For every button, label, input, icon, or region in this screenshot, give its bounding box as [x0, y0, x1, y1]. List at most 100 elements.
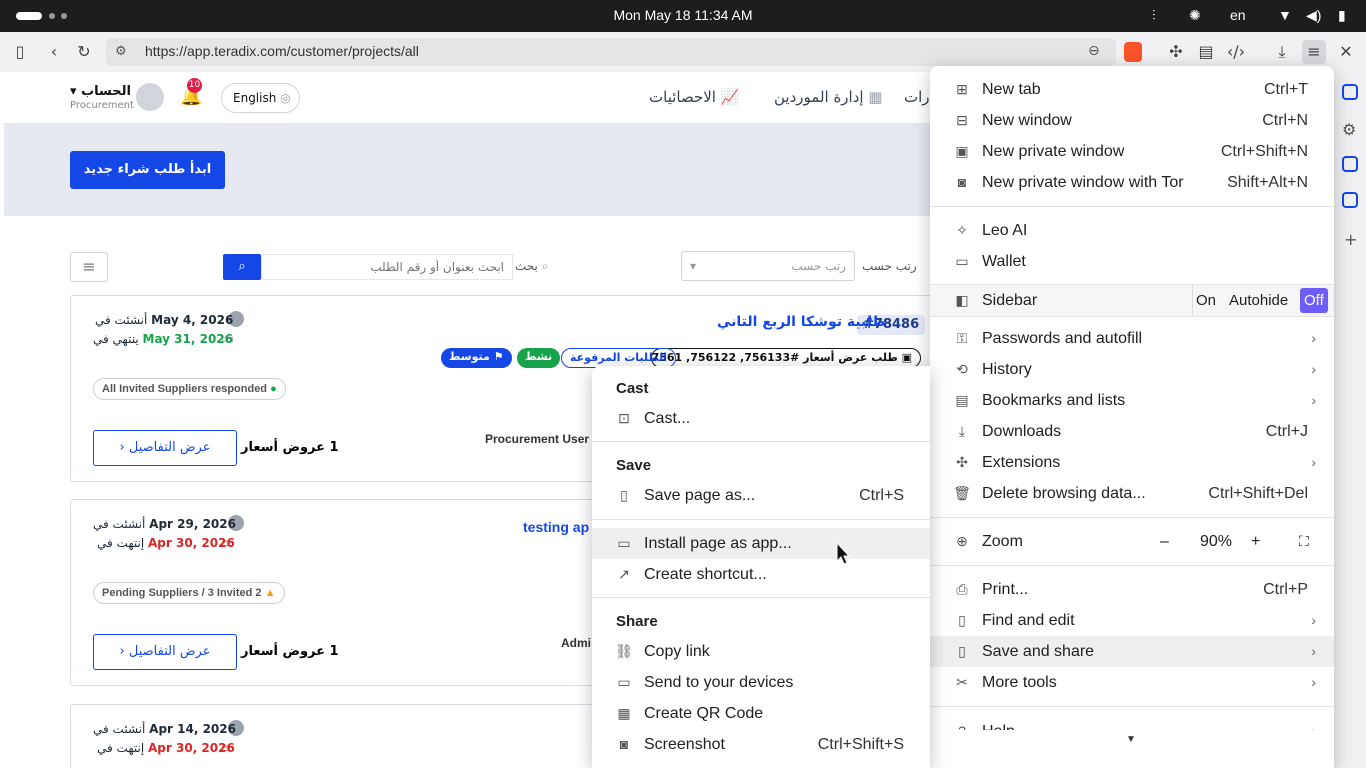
trash-icon: 🗑	[953, 485, 971, 501]
back-icon[interactable]: ‹	[42, 40, 66, 64]
menu-install-app[interactable]: ▭ Install page as app...	[592, 528, 930, 559]
menu-wallet[interactable]: ▭ Wallet	[930, 246, 1334, 277]
rfq-tag[interactable]: ▣ طلب عرض أسعار #756133, 756122, 7561...	[651, 348, 921, 368]
side-panel-icon[interactable]	[1342, 84, 1358, 100]
browser-side-panel: ⚙ +	[1334, 72, 1366, 768]
link-icon: ⛓	[615, 643, 633, 659]
battery-icon[interactable]: ▮	[1338, 7, 1346, 24]
menu-help[interactable]: ?Help›	[930, 716, 1334, 730]
save-header: Save	[616, 457, 652, 474]
language-indicator[interactable]: en	[1230, 7, 1246, 23]
fullscreen-icon[interactable]: ⛶	[1299, 526, 1309, 557]
search-button[interactable]: ⌕	[223, 254, 261, 280]
menu-sidebar: ◧ Sidebar On Autohide Off	[930, 285, 1334, 316]
nav-suppliers[interactable]: ▦ إدارة الموردين	[774, 88, 883, 106]
owner-name: Admi	[561, 636, 591, 650]
tools-icon: ✂	[956, 674, 968, 690]
search-input[interactable]	[261, 254, 513, 280]
menu-create-shortcut[interactable]: ↗ Create shortcut...	[592, 559, 930, 590]
new-request-button[interactable]: ابدأ طلب شراء جديد	[70, 151, 225, 189]
menu-save-share[interactable]: ▯ Save and share ›	[930, 636, 1334, 667]
add-icon[interactable]: +	[1344, 230, 1357, 249]
brave-shield-icon[interactable]	[1124, 42, 1142, 62]
mouse-cursor-icon	[836, 542, 850, 565]
menu-send-devices[interactable]: ▭ Send to your devices	[592, 667, 930, 698]
sort-select[interactable]: رتب حسب ▾	[681, 251, 855, 281]
extensions-icon[interactable]: ✣	[1164, 40, 1188, 64]
site-info-icon[interactable]: ⚙	[115, 44, 127, 59]
download-icon[interactable]: ⤓	[1270, 40, 1294, 64]
zoom-in-button[interactable]: +	[1251, 526, 1260, 557]
menu-extensions[interactable]: ✣ Extensions ›	[930, 447, 1334, 478]
sidebar-off-option[interactable]: Off	[1300, 288, 1328, 313]
chevron-right-icon: ›	[1311, 330, 1316, 346]
chevron-right-icon: ›	[1311, 361, 1316, 377]
nav-stats[interactable]: 📈 الاحصائيات	[649, 88, 739, 106]
separator	[592, 597, 930, 598]
menu-copy-link[interactable]: ⛓ Copy link	[592, 636, 930, 667]
avatar[interactable]	[136, 83, 164, 111]
separator	[930, 517, 1334, 518]
language-button[interactable]: English ◎	[221, 83, 300, 113]
separator	[930, 706, 1334, 707]
created-date: Apr 29, 2026 أنشئت في	[93, 517, 236, 531]
equalizer-icon[interactable]: ⫶	[1152, 7, 1156, 24]
devtools-icon[interactable]: ‹/›	[1224, 40, 1248, 64]
request-title[interactable]: testing ap	[523, 519, 589, 535]
separator	[930, 206, 1334, 207]
account-subtitle: Procurement	[70, 100, 134, 111]
separator	[930, 316, 1334, 317]
check-icon: ●	[270, 383, 277, 395]
zoom-level: 90%	[1200, 533, 1233, 550]
menu-delete-data[interactable]: 🗑 Delete browsing data... Ctrl+Shift+Del	[930, 478, 1334, 509]
reload-icon[interactable]: ↻	[72, 40, 96, 64]
menu-qr-code[interactable]: ▦ Create QR Code	[592, 698, 930, 729]
menu-find-edit[interactable]: ▯ Find and edit ›	[930, 605, 1334, 636]
private-window-icon: ▣	[955, 143, 969, 159]
request-title[interactable]: طلبية توشكا الربع التاني	[717, 314, 886, 330]
qr-code-icon: ▦	[617, 705, 631, 721]
menu-new-tor-window[interactable]: ◙ New private window with Tor Shift+Alt+N	[930, 167, 1334, 198]
sidebar-toggle-icon[interactable]: ▯	[8, 40, 32, 64]
status-pill: All Invited Suppliers responded ●	[93, 378, 286, 400]
menu-more-tools[interactable]: ✂ More tools ›	[930, 667, 1334, 698]
separator	[930, 565, 1334, 566]
url-text[interactable]: https://app.teradix.com/customer/project…	[145, 43, 419, 59]
details-button[interactable]: عرض التفاصيل ‹	[93, 634, 237, 670]
details-button[interactable]: عرض التفاصيل ‹	[93, 430, 237, 466]
menu-save-page[interactable]: ▯ Save page as... Ctrl+S	[592, 480, 930, 511]
key-icon: ⚿	[956, 330, 968, 346]
side-panel-icon[interactable]	[1342, 192, 1358, 208]
scroll-down-icon[interactable]: ▼	[1126, 734, 1136, 745]
side-panel-icon[interactable]	[1342, 156, 1358, 172]
menu-icon[interactable]: ≡	[1302, 40, 1326, 64]
sidebar-on-option[interactable]: On	[1196, 285, 1216, 316]
cast-icon: ⊡	[618, 410, 630, 426]
menu-print[interactable]: ⎙ Print... Ctrl+P	[930, 574, 1334, 605]
clock[interactable]: Mon May 18 11:34 AM	[0, 7, 1366, 23]
menu-new-private-window[interactable]: ▣ New private window Ctrl+Shift+N	[930, 136, 1334, 167]
share-header: Share	[616, 613, 658, 630]
wifi-icon[interactable]: ▼	[1278, 7, 1292, 23]
zoom-icon[interactable]: ⊖	[1088, 43, 1100, 59]
menu-history[interactable]: ⟲ History ›	[930, 354, 1334, 385]
menu-new-tab[interactable]: ⊞ New tab Ctrl+T	[930, 74, 1334, 105]
zoom-out-button[interactable]: –	[1160, 526, 1169, 557]
menu-bookmarks[interactable]: ▤ Bookmarks and lists ›	[930, 385, 1334, 416]
history-icon: ⟲	[956, 361, 968, 377]
menu-toggle-button[interactable]: ≡	[70, 252, 108, 282]
brightness-icon[interactable]: ✺	[1189, 7, 1201, 24]
menu-screenshot[interactable]: ◙ Screenshot Ctrl+Shift+S	[592, 729, 930, 760]
close-window-icon[interactable]: ✕	[1334, 40, 1358, 64]
menu-new-window[interactable]: ⊟ New window Ctrl+N	[930, 105, 1334, 136]
menu-leo-ai[interactable]: ✧ Leo AI	[930, 215, 1334, 246]
menu-downloads[interactable]: ⤓ Downloads Ctrl+J	[930, 416, 1334, 447]
menu-cast[interactable]: ⊡ Cast...	[592, 403, 930, 434]
printer-icon: ⎙	[956, 581, 968, 597]
reading-list-icon[interactable]: ▤	[1194, 40, 1218, 64]
menu-passwords[interactable]: ⚿ Passwords and autofill ›	[930, 323, 1334, 354]
volume-icon[interactable]: ◀)	[1306, 7, 1321, 24]
account-menu[interactable]: الحساب ▾	[70, 84, 131, 99]
sidebar-autohide-option[interactable]: Autohide	[1229, 285, 1288, 316]
gear-icon[interactable]: ⚙	[1342, 120, 1356, 139]
